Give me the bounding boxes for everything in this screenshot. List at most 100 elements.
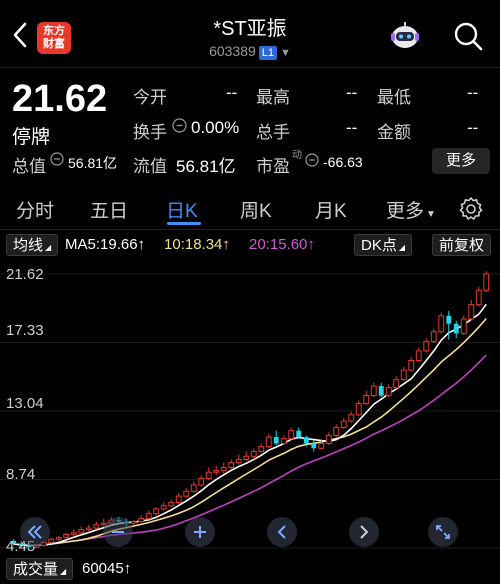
candle-body bbox=[250, 450, 257, 457]
plus-icon bbox=[194, 526, 206, 538]
tab-intraday[interactable]: 分时 bbox=[16, 196, 54, 223]
info-icon[interactable] bbox=[305, 153, 319, 167]
info-icon[interactable] bbox=[172, 118, 187, 133]
low-value: -- bbox=[467, 83, 479, 102]
pe-dynamic-sup: 动 bbox=[292, 150, 302, 161]
stock-code-row[interactable]: 603389 L1 ▼ bbox=[0, 43, 500, 60]
indicator-select[interactable]: 均线 ◢ bbox=[6, 234, 59, 256]
candle-body bbox=[363, 395, 370, 405]
candle-body bbox=[378, 386, 384, 396]
ma5-value: MA5:19.66 bbox=[65, 236, 138, 253]
candle-body bbox=[273, 437, 279, 444]
candle-body bbox=[370, 385, 377, 397]
header-bar: 东方 财富 *ST亚振 603389 L1 ▼ bbox=[0, 0, 500, 66]
chart-grid bbox=[0, 273, 500, 549]
tab-daily-k[interactable]: 日K bbox=[166, 196, 198, 223]
candle-body bbox=[235, 458, 242, 464]
header-divider bbox=[0, 67, 500, 68]
dk-point-button[interactable]: DK点 ◢ bbox=[354, 234, 412, 256]
low-label: 最低 bbox=[377, 88, 411, 107]
high-label: 最高 bbox=[256, 88, 290, 107]
volume-label: 总手 bbox=[256, 123, 290, 142]
corner-caret-icon: ◢ bbox=[60, 567, 67, 576]
candle-body bbox=[475, 289, 482, 306]
ma10-line bbox=[13, 317, 487, 547]
more-quote-button[interactable]: 更多 bbox=[432, 148, 490, 174]
pe-value: -66.63 bbox=[323, 154, 363, 170]
candle-body bbox=[175, 495, 182, 504]
candle-body bbox=[460, 318, 467, 334]
float-cap-label: 流值 bbox=[133, 157, 167, 176]
scroll-left-button[interactable] bbox=[267, 517, 297, 547]
candle-body bbox=[190, 484, 197, 492]
candle-body bbox=[198, 478, 205, 486]
total-cap-label: 总值 bbox=[12, 157, 46, 176]
candle-body bbox=[430, 331, 437, 342]
scroll-left-fast-button[interactable] bbox=[20, 517, 50, 547]
candle-body bbox=[153, 508, 160, 515]
candle-body bbox=[55, 537, 62, 540]
info-icon[interactable] bbox=[50, 152, 64, 166]
candle-body bbox=[160, 505, 167, 510]
tab-more-label: 更多 bbox=[386, 201, 425, 222]
zoom-out-button[interactable] bbox=[103, 517, 133, 547]
corner-caret-icon: ◢ bbox=[398, 243, 405, 252]
scroll-right-button[interactable] bbox=[349, 517, 379, 547]
candle-body bbox=[296, 430, 302, 438]
candle-body bbox=[393, 379, 400, 389]
active-tab-indicator bbox=[167, 222, 201, 225]
candle-body bbox=[78, 529, 85, 534]
caret-down-icon: ▼ bbox=[426, 209, 436, 220]
ma20-line bbox=[13, 354, 487, 547]
turnover-value: 0.00% bbox=[191, 118, 240, 137]
robot-assistant-icon[interactable] bbox=[388, 20, 422, 54]
volume-value: -- bbox=[346, 118, 358, 137]
trading-status: 停牌 bbox=[12, 127, 51, 148]
ma10-value: 10:18.34 bbox=[164, 236, 223, 253]
stock-name: *ST亚振 bbox=[213, 18, 287, 40]
y-tick-label: 21.62 bbox=[6, 266, 44, 283]
candle-body bbox=[355, 403, 362, 416]
double-chevron-left-icon bbox=[27, 525, 42, 539]
candle-body bbox=[438, 315, 445, 333]
ma5-legend: MA5:19.66↑ bbox=[65, 236, 145, 253]
y-tick-label: 13.04 bbox=[6, 395, 44, 412]
candle-body bbox=[333, 427, 340, 436]
candle-body bbox=[446, 315, 452, 324]
ma20-legend: 20:15.60↑ bbox=[249, 236, 315, 253]
tab-monthly-k[interactable]: 月K bbox=[315, 196, 347, 223]
candle-body bbox=[280, 438, 287, 444]
tab-weekly-k[interactable]: 周K bbox=[240, 196, 272, 223]
adjust-select[interactable]: 前复权 bbox=[432, 234, 492, 256]
settings-gear-icon[interactable] bbox=[458, 196, 484, 222]
kline-chart[interactable] bbox=[0, 260, 500, 556]
ma-line-path bbox=[13, 354, 487, 547]
candle-body bbox=[205, 471, 212, 480]
candle-body bbox=[385, 387, 392, 397]
ma-line-path bbox=[13, 303, 487, 547]
pe-label: 市盈 bbox=[256, 157, 290, 176]
chevron-left-icon bbox=[277, 525, 286, 539]
zoom-in-button[interactable] bbox=[185, 517, 215, 547]
ma20-value: 20:15.60 bbox=[249, 236, 308, 253]
search-icon[interactable] bbox=[452, 20, 484, 52]
candle-body bbox=[400, 369, 407, 381]
minus-icon bbox=[112, 531, 124, 533]
arrow-up-icon: ↑ bbox=[123, 560, 132, 577]
tab-more[interactable]: 更多 ▼ bbox=[386, 196, 436, 223]
tab-five-day[interactable]: 五日 bbox=[90, 196, 128, 223]
fullscreen-button[interactable] bbox=[428, 517, 458, 547]
candle-body bbox=[93, 524, 100, 529]
candle-body bbox=[243, 455, 250, 460]
candle-body bbox=[303, 437, 309, 444]
amount-label: 金额 bbox=[377, 123, 411, 142]
float-cap-value: 56.81亿 bbox=[176, 157, 236, 176]
candle-body bbox=[415, 350, 422, 361]
volume-indicator-select[interactable]: 成交量 ◢ bbox=[6, 558, 74, 580]
candle-body bbox=[85, 527, 92, 531]
candle-body bbox=[228, 462, 235, 468]
candle-body bbox=[468, 304, 475, 320]
candle-body bbox=[168, 502, 175, 507]
open-label: 今开 bbox=[133, 88, 167, 107]
open-value: -- bbox=[226, 83, 238, 102]
